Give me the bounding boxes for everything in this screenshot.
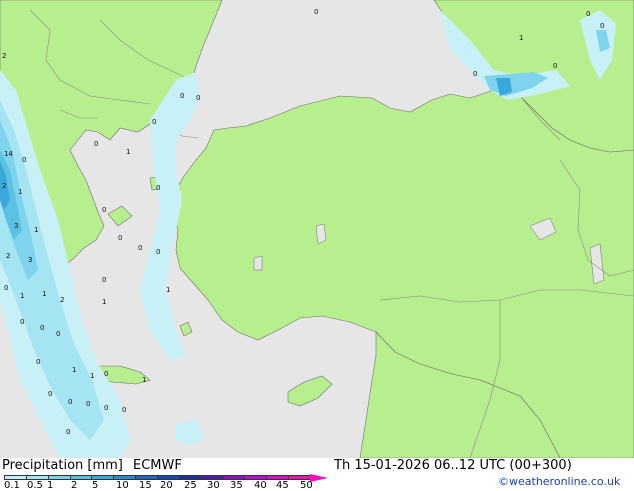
- point-value: 0: [48, 390, 52, 398]
- point-value: 0: [68, 398, 72, 406]
- point-value: 0: [118, 234, 122, 242]
- color-scale-tick: 5: [92, 480, 99, 491]
- color-scale-tick: 15: [139, 480, 152, 491]
- point-value: 2: [2, 182, 6, 190]
- color-scale-tick: 2: [71, 480, 78, 491]
- color-scale-tick: 10: [116, 480, 129, 491]
- point-value: 3: [28, 256, 32, 264]
- point-value: 2: [60, 296, 64, 304]
- point-value: 0: [36, 358, 40, 366]
- color-scale-tick: 35: [230, 480, 243, 491]
- color-scale-tick: 20: [160, 480, 173, 491]
- point-value: 0: [314, 8, 318, 16]
- point-value: 0: [104, 370, 108, 378]
- point-value: 0: [138, 244, 142, 252]
- legend-footer: Precipitation [mm] ECMWF Th 15-01-2026 0…: [0, 458, 634, 491]
- point-value: 0: [180, 92, 184, 100]
- point-value: 1: [72, 366, 76, 374]
- point-value: 0: [104, 404, 108, 412]
- point-value: 0: [553, 62, 557, 70]
- point-value: 0: [22, 156, 26, 164]
- point-value: 2: [2, 52, 6, 60]
- point-value: 1: [166, 286, 170, 294]
- point-value: 0: [20, 318, 24, 326]
- color-scale-tick: 0.5: [27, 480, 43, 491]
- color-scale-tick: 50: [300, 480, 313, 491]
- point-value: 0: [102, 276, 106, 284]
- point-value: 1: [90, 372, 94, 380]
- point-value: 0: [94, 140, 98, 148]
- credit[interactable]: ©weatheronline.co.uk: [498, 475, 620, 488]
- lake-tuz: [315, 223, 327, 245]
- lake-beysehir: [253, 255, 263, 271]
- point-value: 0: [40, 324, 44, 332]
- point-value: 0: [586, 10, 590, 18]
- point-value: 0: [473, 70, 477, 78]
- point-value: 1: [34, 226, 38, 234]
- color-scale-tick: 1: [47, 480, 54, 491]
- point-value: 0: [102, 206, 106, 214]
- point-value: 0: [56, 330, 60, 338]
- point-value: 1: [519, 34, 523, 42]
- point-value: 14: [4, 150, 13, 158]
- point-value: 0: [156, 184, 160, 192]
- point-value: 1: [42, 290, 46, 298]
- valid-time: Th 15-01-2026 06..12 UTC (00+300): [334, 458, 572, 473]
- point-value: 0: [152, 118, 156, 126]
- legend-title: Precipitation [mm]: [2, 458, 123, 473]
- map-svg: 0 1 0 0 0 0 2 0 0 0 0 14 0 2 1 1 0 0 3 1 0 2 3 0 0 0 1 2 1 0 1 1 0 0 0 1 0 1 0…: [0, 0, 634, 459]
- point-value: 1: [18, 188, 22, 196]
- point-value: 1: [102, 298, 106, 306]
- point-value: 2: [6, 252, 10, 260]
- point-value: 3: [14, 222, 18, 230]
- point-value: 0: [122, 406, 126, 414]
- model-name: ECMWF: [133, 458, 182, 473]
- point-value: 0: [156, 248, 160, 256]
- point-value: 1: [126, 148, 130, 156]
- color-scale-tick: 45: [276, 480, 289, 491]
- color-scale-tick: 30: [207, 480, 220, 491]
- color-scale-tick: 0.1: [4, 480, 20, 491]
- precipitation-map: 0 1 0 0 0 0 2 0 0 0 0 14 0 2 1 1 0 0 3 1 0 2 3 0 0 0 1 2 1 0 1 1 0 0 0 1 0 1 0…: [0, 0, 634, 459]
- point-value: 0: [600, 22, 604, 30]
- color-scale-tick: 25: [184, 480, 197, 491]
- point-value: 1: [142, 376, 146, 384]
- point-value: 0: [86, 400, 90, 408]
- point-value: 1: [20, 292, 24, 300]
- point-value: 0: [66, 428, 70, 436]
- point-value: 0: [4, 284, 8, 292]
- color-scale-tick: 40: [254, 480, 267, 491]
- point-value: 0: [196, 94, 200, 102]
